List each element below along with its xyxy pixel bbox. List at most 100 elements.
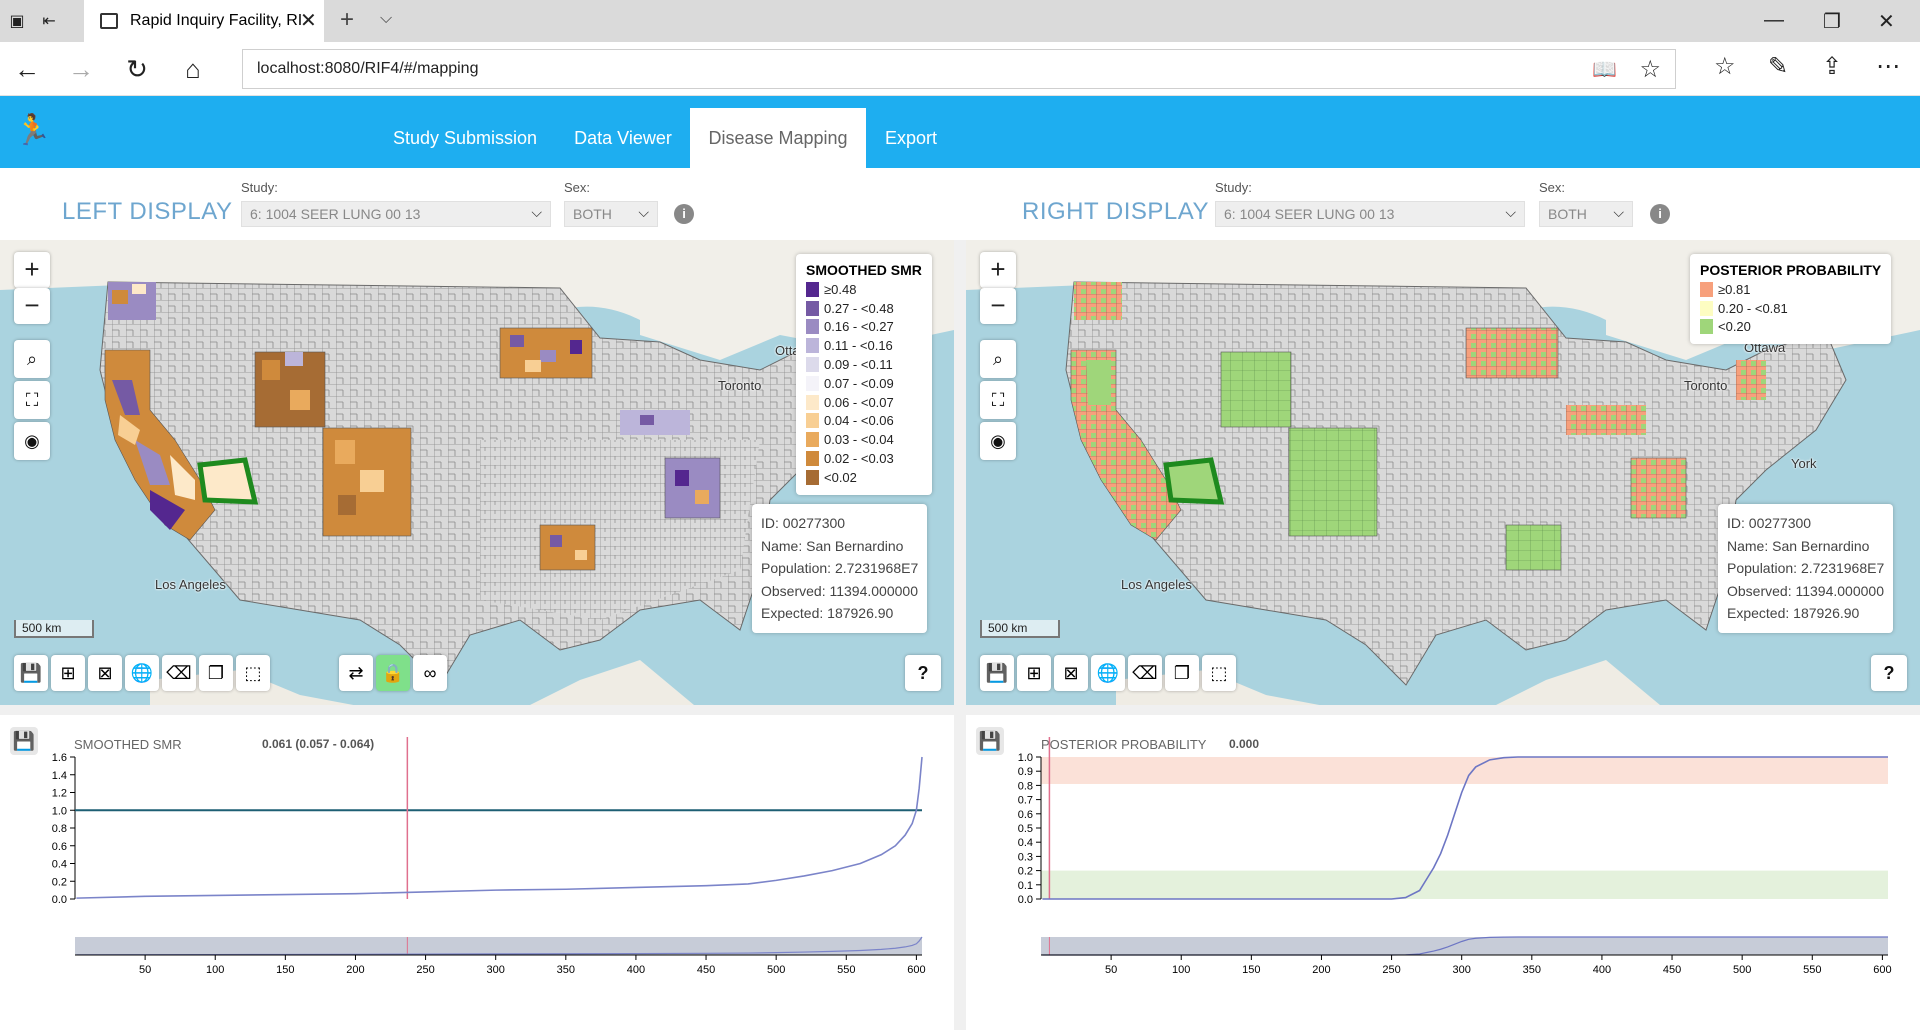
x-tick-label: 300 [487, 964, 505, 976]
zoom-out-button[interactable]: − [980, 288, 1016, 324]
legend-swatch [1700, 281, 1713, 297]
back-icon[interactable]: ← [10, 52, 44, 86]
address-bar[interactable]: localhost:8080/RIF4/#/mapping 📖 ☆ [242, 49, 1676, 89]
fullscreen-icon[interactable]: ⛶ [980, 381, 1016, 419]
globe-icon[interactable]: 🌐 [125, 655, 159, 691]
x-tick-label: 600 [1873, 964, 1891, 976]
y-tick-label: 0.7 [1018, 795, 1033, 807]
zoom-to-study-icon[interactable]: ⊞ [51, 655, 85, 691]
right-map[interactable]: Toronto Ottawa York Los Angeles + − ⌕ ⛶ … [966, 240, 1920, 705]
new-tab-icon[interactable]: + [340, 6, 354, 34]
set-aside-tabs-icon[interactable]: ⇤ [36, 8, 62, 34]
export-map-icon[interactable]: ⬚ [236, 655, 270, 691]
home-icon[interactable]: ⌂ [176, 52, 210, 86]
save-map-icon[interactable]: 💾 [14, 655, 48, 691]
posterior-probability-chart[interactable]: 0.0 0.1 0.2 0.3 0.4 0.5 0.6 0.7 0.8 0.9 1.0 50 100 15… [966, 715, 1920, 1030]
runner-logo-icon[interactable]: 🏃 [14, 113, 51, 148]
minimize-icon[interactable]: — [1764, 9, 1784, 32]
study-region-utah[interactable] [254, 351, 326, 428]
more-icon[interactable]: ⋯ [1876, 52, 1900, 81]
favorites-list-icon[interactable]: ☆ [1714, 52, 1736, 81]
legend-swatch [1700, 319, 1713, 335]
study-region-utah[interactable] [1220, 351, 1292, 428]
right-study-select[interactable]: 6: 1004 SEER LUNG 00 13 ⌵ [1215, 201, 1525, 227]
save-map-icon[interactable]: 💾 [980, 655, 1014, 691]
legend-label: 0.04 - <0.06 [824, 413, 894, 429]
refresh-icon[interactable]: ↻ [120, 52, 154, 86]
layers-icon[interactable]: ❐ [199, 655, 233, 691]
zoom-out-button[interactable]: − [14, 288, 50, 324]
zoom-to-selection-icon[interactable]: ⊠ [88, 655, 122, 691]
browser-tab[interactable]: Rapid Inquiry Facility, RI ✕ [84, 0, 324, 42]
right-horizontal-splitter[interactable] [966, 705, 1920, 715]
eye-hide-icon[interactable]: ◉ [14, 422, 50, 460]
study-region-new-mexico[interactable] [1288, 427, 1378, 537]
legend-item: 0.02 - <0.03 [806, 449, 922, 468]
info-icon[interactable]: i [1650, 204, 1670, 224]
tab-list-chevron-icon[interactable]: ⌵ [380, 10, 392, 28]
y-tick-label: 0.9 [1018, 766, 1033, 778]
help-button[interactable]: ? [1871, 655, 1907, 691]
area-name: Name: San Bernardino [761, 537, 904, 554]
export-map-icon[interactable]: ⬚ [1202, 655, 1236, 691]
map-label-toronto: Toronto [1684, 378, 1728, 393]
page-icon [100, 13, 118, 29]
window-close-icon[interactable]: ✕ [1878, 9, 1895, 34]
globe-icon[interactable]: 🌐 [1091, 655, 1125, 691]
close-tab-icon[interactable]: ✕ [300, 8, 317, 33]
y-tick-label: 0.3 [1018, 851, 1033, 863]
eraser-icon[interactable]: ⌫ [162, 655, 196, 691]
x-tick-label: 50 [139, 964, 151, 976]
eye-hide-icon[interactable]: ◉ [980, 422, 1016, 460]
search-icon[interactable]: ⌕ [980, 340, 1016, 378]
chevron-down-icon: ⌵ [531, 204, 542, 220]
smoothed-smr-chart[interactable]: 0.0 0.2 0.4 0.6 0.8 1.0 1.2 1.4 1.6 50 100 150 200 25… [0, 715, 954, 1030]
study-region-iowa[interactable] [1465, 327, 1559, 379]
study-region-louisiana[interactable] [539, 524, 596, 571]
study-region-louisiana[interactable] [1505, 524, 1562, 571]
link-maps-icon[interactable]: ∞ [413, 655, 447, 691]
legend-label: 0.20 - <0.81 [1718, 300, 1788, 316]
layers-icon[interactable]: ❐ [1165, 655, 1199, 691]
notes-pen-icon[interactable]: ✎ [1768, 52, 1788, 81]
forward-icon[interactable]: → [64, 52, 98, 86]
study-region-seattle[interactable] [1074, 282, 1122, 320]
left-horizontal-splitter[interactable] [0, 705, 954, 715]
vertical-splitter[interactable] [954, 240, 966, 1030]
zoom-in-button[interactable]: + [14, 252, 50, 288]
selected-county-outline[interactable] [1163, 457, 1225, 505]
left-chart-pane: 💾 SMOOTHED SMR 0.061 (0.057 - 0.064) 0.0… [0, 715, 954, 1030]
tab-disease-mapping[interactable]: Disease Mapping [690, 108, 866, 168]
fullscreen-icon[interactable]: ⛶ [14, 381, 50, 419]
legend-swatch [806, 375, 819, 391]
left-display-header: LEFT DISPLAY Study: 6: 1004 SEER LUNG 00… [0, 168, 954, 240]
reading-view-icon[interactable]: 📖 [1592, 57, 1617, 82]
legend-swatch [1700, 300, 1713, 316]
left-sex-select[interactable]: BOTH ⌵ [564, 201, 658, 227]
zoom-in-button[interactable]: + [980, 252, 1016, 288]
info-icon[interactable]: i [674, 204, 694, 224]
legend-swatch [806, 281, 819, 297]
zoom-to-study-icon[interactable]: ⊞ [1017, 655, 1051, 691]
study-region-new-mexico[interactable] [322, 427, 412, 537]
study-region-iowa[interactable] [499, 327, 593, 379]
left-map[interactable]: Toronto Otta Los Angeles + − ⌕ ⛶ ◉ SMOOT… [0, 240, 954, 705]
favorite-star-icon[interactable]: ☆ [1639, 55, 1661, 84]
left-study-select[interactable]: 6: 1004 SEER LUNG 00 13 ⌵ [241, 201, 551, 227]
search-icon[interactable]: ⌕ [14, 340, 50, 378]
zoom-to-selection-icon[interactable]: ⊠ [1054, 655, 1088, 691]
tab-data-viewer[interactable]: Data Viewer [556, 96, 690, 168]
right-sex-select[interactable]: BOTH ⌵ [1539, 201, 1633, 227]
tab-manager-icon[interactable]: ▣ [4, 8, 30, 34]
selected-county-outline[interactable] [197, 457, 259, 505]
study-region-seattle[interactable] [108, 282, 156, 320]
lock-icon[interactable]: 🔒 [376, 655, 410, 691]
tab-study-submission[interactable]: Study Submission [378, 96, 552, 168]
swap-maps-icon[interactable]: ⇄ [339, 655, 373, 691]
share-icon[interactable]: ⇪ [1822, 52, 1842, 81]
tab-export[interactable]: Export [870, 96, 952, 168]
help-button[interactable]: ? [905, 655, 941, 691]
maximize-icon[interactable]: ❐ [1823, 9, 1841, 34]
study-region-new-york[interactable] [1736, 360, 1766, 400]
eraser-icon[interactable]: ⌫ [1128, 655, 1162, 691]
